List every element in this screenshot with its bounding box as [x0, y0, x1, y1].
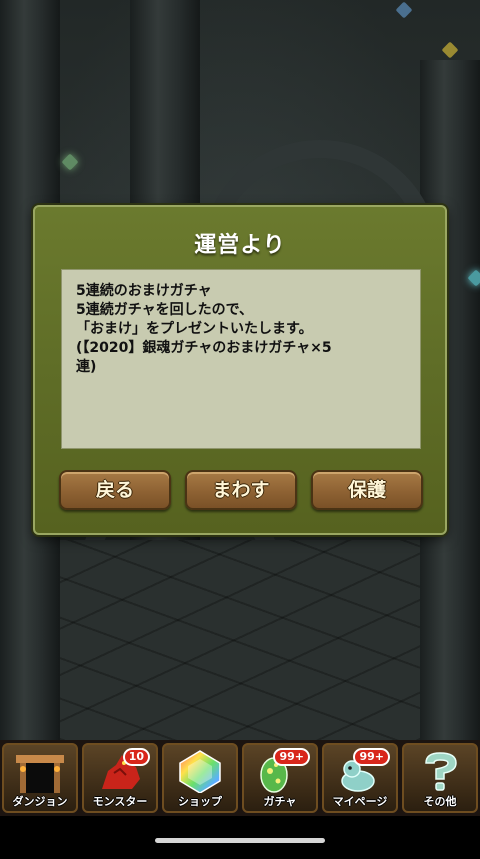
message-line: 5連続ガチャを回したので、 [76, 302, 254, 318]
dialog-title: 運営より [194, 233, 286, 258]
message-box: 5連続のおまけガチャ 5連続ガチャを回したので、 「おまけ」をプレゼントいたしま… [61, 269, 421, 449]
dungeon-gate-icon [16, 755, 64, 793]
nav-label: ダンジョン [12, 795, 68, 808]
rainbow-gem-icon [179, 750, 221, 793]
nav-gacha[interactable]: 99+ ガチャ [242, 743, 318, 813]
nav-other[interactable]: その他 [402, 743, 478, 813]
system-navigation-bar [0, 816, 480, 859]
nav-label: マイページ [332, 795, 388, 808]
mypage-count-badge: 99+ [353, 748, 390, 766]
wall-gem-icon [61, 153, 79, 171]
home-indicator[interactable] [155, 838, 325, 843]
monster-count-badge: 10 [122, 748, 150, 766]
message-line: (【2020】銀魂ガチャのおまけガチャ×5 [76, 340, 332, 356]
nav-label: ショップ [178, 795, 222, 808]
spin-button[interactable]: まわす [185, 470, 297, 510]
nav-shop[interactable]: ショップ [162, 743, 238, 813]
nav-monster[interactable]: 10 モンスター [82, 743, 158, 813]
message-line: 「おまけ」をプレゼントいたします。 [76, 321, 313, 337]
notice-dialog: 運営より 5連続のおまけガチャ 5連続ガチャを回したので、 「おまけ」をプレゼン… [33, 205, 447, 535]
back-button[interactable]: 戻る [59, 470, 171, 510]
nav-label: モンスター [92, 795, 148, 808]
nav-label: ガチャ [263, 795, 297, 808]
message-line: 5連続のおまけガチャ [76, 283, 212, 299]
question-mark-icon [425, 752, 457, 791]
bottom-nav: ダンジョン 10 モンスター ショップ 99+ ガチャ 99+ マイページ その… [0, 740, 480, 816]
gold-orb-icon [441, 41, 459, 59]
gacha-count-badge: 99+ [273, 748, 310, 766]
message-line: 連) [76, 359, 97, 375]
blue-orb-icon [395, 1, 413, 19]
protect-button[interactable]: 保護 [311, 470, 423, 510]
nav-mypage[interactable]: 99+ マイページ [322, 743, 398, 813]
nav-dungeon[interactable]: ダンジョン [2, 743, 78, 813]
nav-label: その他 [423, 795, 457, 808]
